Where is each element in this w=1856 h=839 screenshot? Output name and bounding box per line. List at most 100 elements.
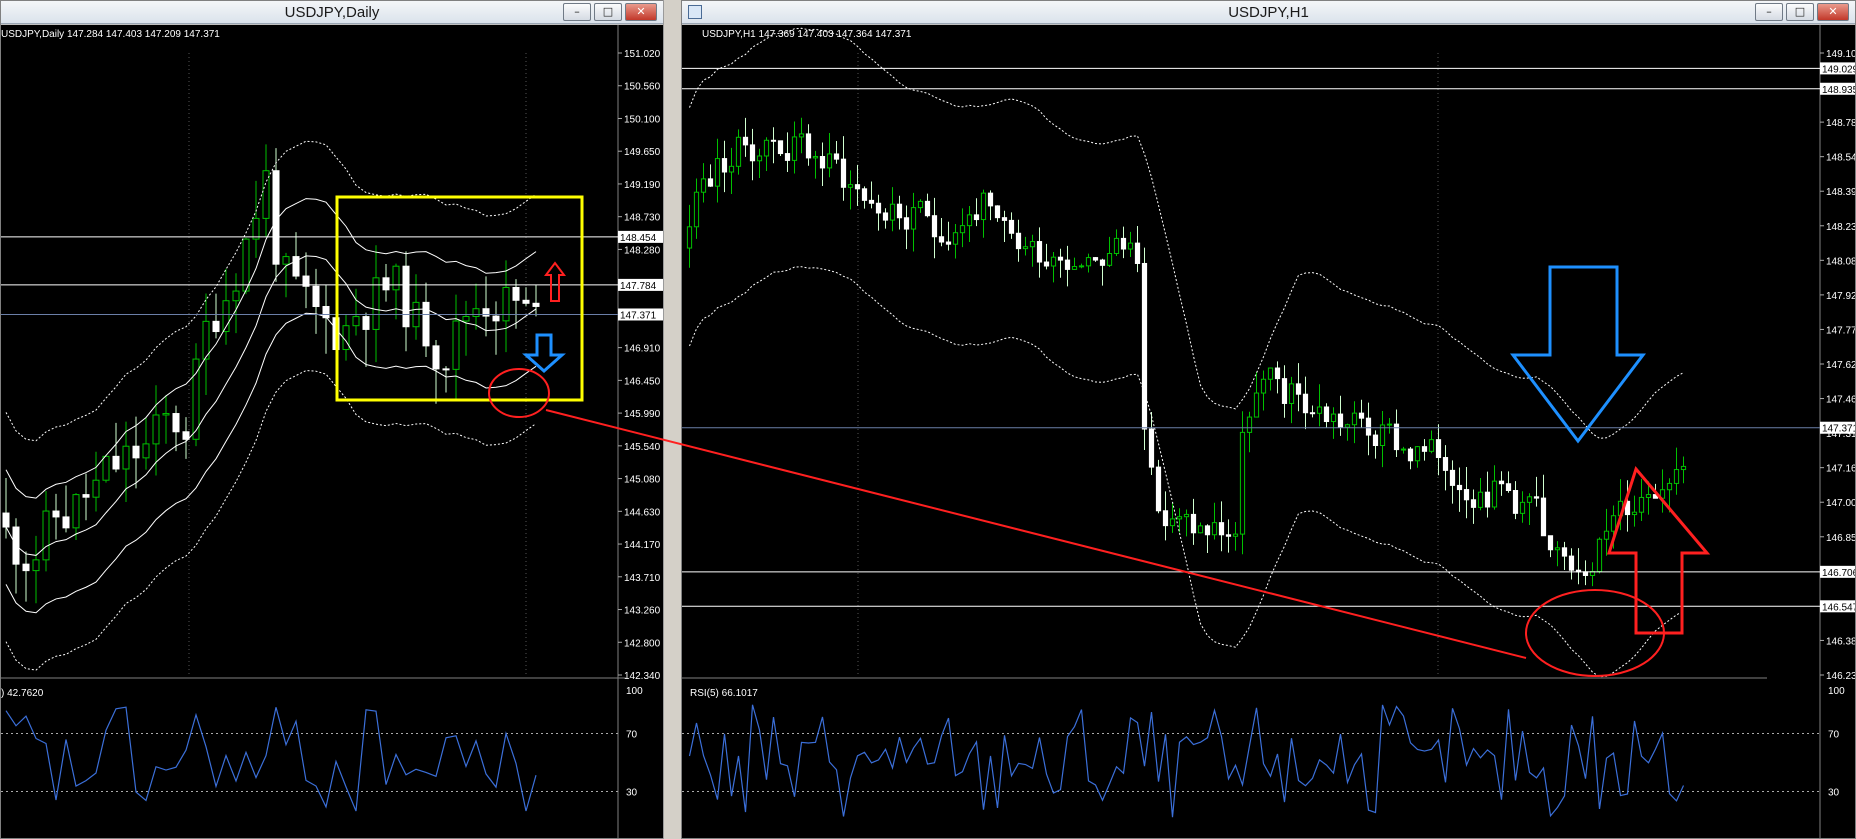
- daily-chart-canvas[interactable]: USDJPY,Daily 147.284 147.403 147.209 147…: [1, 25, 664, 839]
- candle-body: [868, 199, 875, 204]
- restore-button[interactable]: □: [594, 3, 622, 21]
- candle-body: [889, 203, 896, 221]
- candle-body: [1155, 466, 1162, 512]
- candle-body: [854, 184, 861, 190]
- y-tick-label: 146.389: [1826, 636, 1856, 647]
- h1-window-titlebar[interactable]: USDJPY,H1 – □ ✕: [682, 1, 1855, 24]
- y-tick-label: 145.080: [624, 475, 661, 486]
- candle-body: [784, 153, 791, 161]
- candle-body: [994, 205, 1001, 219]
- candle-body: [1582, 571, 1589, 576]
- daily-chart-header: USDJPY,Daily 147.284 147.403 147.209 147…: [1, 29, 220, 40]
- candle-body: [312, 285, 320, 308]
- candle-body: [512, 286, 520, 301]
- h1-chart-window[interactable]: USDJPY,H1 – □ ✕ USDJPY,H1 147.369 147.40…: [681, 0, 1856, 839]
- candle-body: [791, 136, 798, 161]
- candle-body: [959, 225, 966, 234]
- candle-body: [686, 226, 693, 249]
- candle-body: [931, 215, 938, 238]
- candle-body: [162, 413, 170, 416]
- candle-body: [1561, 547, 1568, 557]
- candle-body: [1344, 424, 1351, 428]
- candle-body: [1127, 242, 1134, 250]
- candle-body: [522, 299, 530, 304]
- candle-body: [152, 414, 160, 445]
- candle-body: [1505, 483, 1512, 492]
- candle-body: [707, 178, 714, 187]
- candle-body: [1106, 252, 1113, 266]
- y-tick-label: 148.780: [1826, 118, 1856, 129]
- candle-body: [749, 144, 756, 162]
- close-button[interactable]: ✕: [1817, 3, 1849, 21]
- candle-body: [1183, 513, 1190, 518]
- y-tick-label: 144.170: [624, 540, 661, 551]
- candle-body: [1246, 416, 1253, 433]
- h1-window-title: USDJPY,H1: [1228, 4, 1309, 21]
- y-tick-label: 147.775: [1826, 325, 1856, 336]
- h1-chart-canvas[interactable]: USDJPY,H1 147.369 147.403 147.364 147.37…: [682, 25, 1856, 839]
- candle-body: [492, 315, 500, 322]
- y-tick-label: 151.020: [624, 49, 661, 60]
- candle-body: [903, 217, 910, 230]
- y-tick-label: 142.800: [624, 638, 661, 649]
- rsi-scale-label: 100: [626, 686, 643, 697]
- candle-body: [182, 431, 190, 440]
- rsi-scale-label: 100: [1828, 686, 1845, 697]
- candle-body: [1071, 266, 1078, 270]
- candle-body: [402, 265, 410, 328]
- daily-chart-window[interactable]: USDJPY,Daily – □ ✕ USDJPY,Daily 147.284 …: [0, 0, 664, 839]
- y-tick-label: 147.620: [1826, 360, 1856, 371]
- candle-body: [1288, 383, 1295, 404]
- candle-body: [945, 241, 952, 245]
- y-tick-label: 144.630: [624, 507, 661, 518]
- big-up-arrow-icon: [1606, 465, 1711, 635]
- candle-body: [770, 139, 777, 142]
- candle-body: [1015, 232, 1022, 250]
- candle-body: [482, 308, 490, 317]
- price-label: 147.371: [620, 310, 657, 321]
- candle-body: [1631, 511, 1638, 516]
- candle-body: [1148, 428, 1155, 468]
- minimize-button[interactable]: –: [563, 3, 591, 21]
- candle-body: [1666, 482, 1673, 491]
- candle-body: [1225, 534, 1232, 537]
- price-label: 148.935: [1822, 85, 1856, 96]
- candle-body: [1113, 237, 1120, 254]
- candle-body: [973, 214, 980, 221]
- candle-body: [1680, 465, 1687, 471]
- candle-body: [1407, 448, 1414, 462]
- restore-button[interactable]: □: [1786, 3, 1814, 21]
- candle-body: [1099, 259, 1106, 266]
- candle-body: [1162, 510, 1169, 527]
- candle-body: [1239, 431, 1246, 535]
- candle-body: [1281, 378, 1288, 404]
- candle-body: [1309, 412, 1316, 415]
- y-tick-label: 143.260: [624, 606, 661, 617]
- down-arrow-icon: [522, 333, 566, 374]
- y-tick-label: 145.990: [624, 409, 661, 420]
- candle-body: [1267, 367, 1274, 380]
- candle-body: [532, 302, 540, 307]
- candle-body: [342, 325, 350, 351]
- y-tick-label: 148.235: [1826, 222, 1856, 233]
- candle-body: [847, 184, 854, 188]
- candle-body: [819, 156, 826, 169]
- candle-body: [1351, 412, 1358, 426]
- candle-body: [896, 203, 903, 219]
- minimize-button[interactable]: –: [1755, 3, 1783, 21]
- candle-body: [1064, 259, 1071, 270]
- y-tick-label: 145.540: [624, 442, 661, 453]
- close-button[interactable]: ✕: [625, 3, 657, 21]
- candle-body: [1673, 469, 1680, 484]
- candle-body: [362, 316, 370, 330]
- candle-body: [735, 136, 742, 167]
- candle-body: [721, 158, 728, 173]
- candle-body: [1001, 217, 1008, 221]
- daily-window-titlebar[interactable]: USDJPY,Daily – □ ✕: [1, 1, 663, 24]
- candle-body: [1603, 530, 1610, 540]
- candle-body: [1029, 241, 1036, 248]
- candle-body: [1092, 257, 1099, 261]
- candle-body: [1645, 494, 1652, 498]
- candle-body: [1204, 525, 1211, 536]
- candle-body: [805, 133, 812, 159]
